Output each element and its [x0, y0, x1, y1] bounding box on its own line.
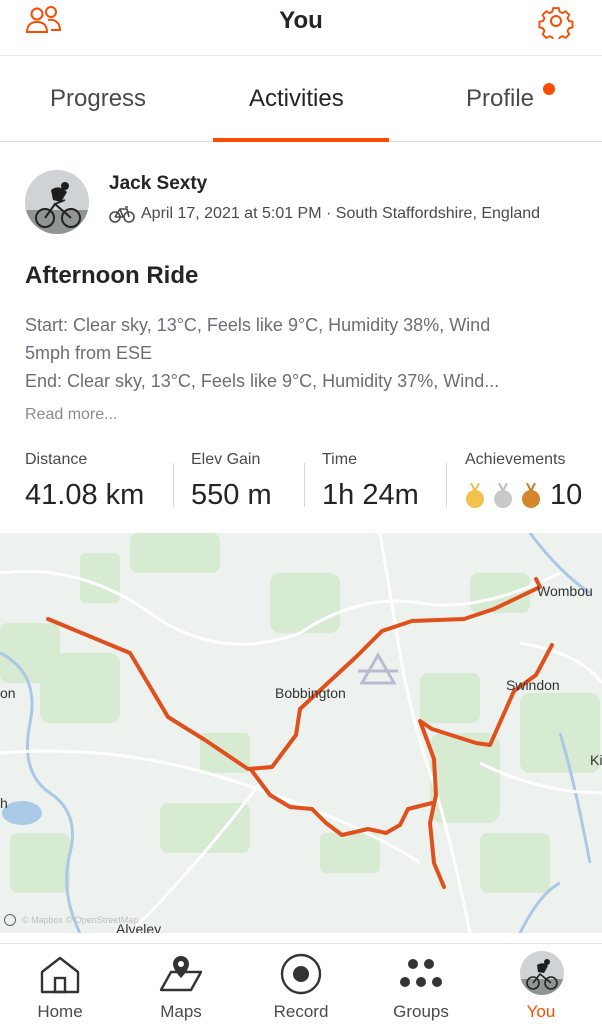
- silver-medal-icon: [494, 482, 512, 508]
- map-label: Wombou: [537, 583, 593, 599]
- groups-icon: [400, 959, 442, 987]
- map-attribution[interactable]: © Mapbox © OpenStreetMap: [4, 914, 138, 926]
- tab-profile[interactable]: Profile: [466, 85, 534, 113]
- stat-value: 41.08 km: [25, 479, 145, 511]
- description-line: End: Clear sky, 13°C, Feels like 9°C, Hu…: [25, 371, 500, 391]
- athlete-name[interactable]: Jack Sexty: [109, 173, 207, 195]
- map-label: h: [0, 795, 8, 811]
- nav-you[interactable]: You: [481, 944, 601, 1024]
- gold-medal-icon: [466, 482, 484, 508]
- stat-label: Distance: [25, 451, 88, 468]
- top-bar: You: [0, 0, 602, 56]
- description-line: 5mph from ESE: [25, 343, 153, 363]
- map-icon: [159, 956, 203, 992]
- stat-label: Elev Gain: [191, 451, 261, 468]
- achievement-medals: 10: [465, 479, 582, 512]
- stat-elev-gain: Elev Gain 550 m: [191, 451, 272, 512]
- tab-progress[interactable]: Progress: [50, 85, 146, 113]
- bronze-medal-icon: [522, 482, 540, 508]
- notification-dot: [543, 83, 555, 95]
- stat-divider: [173, 463, 174, 507]
- stat-label: Time: [322, 451, 357, 468]
- tab-bar: Progress Activities Profile: [0, 56, 602, 142]
- achievements-count: 10: [550, 479, 583, 511]
- stat-divider: [304, 463, 305, 507]
- stat-distance: Distance 41.08 km: [25, 451, 144, 512]
- activity-description: Start: Clear sky, 13°C, Feels like 9°C, …: [25, 311, 575, 395]
- activity-title[interactable]: Afternoon Ride: [25, 262, 198, 290]
- map-label: on: [0, 685, 16, 701]
- nav-home[interactable]: Home: [0, 944, 120, 1024]
- home-icon: [40, 956, 80, 994]
- stat-value: 1h 24m: [322, 479, 419, 511]
- nav-groups[interactable]: Groups: [361, 944, 481, 1024]
- nav-label: Groups: [393, 1002, 449, 1021]
- nav-label: Maps: [160, 1002, 202, 1021]
- bike-icon: [109, 206, 135, 223]
- attribution-text: © Mapbox © OpenStreetMap: [22, 915, 139, 925]
- avatar: [520, 951, 564, 995]
- route-map[interactable]: Wombou Bobbington Swindon Alveley on h K…: [0, 533, 602, 933]
- page-title: You: [279, 7, 323, 34]
- active-tab-indicator: [213, 138, 389, 142]
- tab-activities[interactable]: Activities: [249, 85, 344, 113]
- stat-divider: [446, 463, 447, 507]
- nav-record[interactable]: Record: [241, 944, 361, 1024]
- stat-time: Time 1h 24m: [322, 451, 419, 512]
- stat-achievements[interactable]: Achievements 10: [465, 451, 582, 512]
- description-line: Start: Clear sky, 13°C, Feels like 9°C, …: [25, 315, 491, 335]
- stat-label: Achievements: [465, 451, 566, 468]
- stat-value: 550 m: [191, 479, 272, 511]
- map-canvas: Wombou Bobbington Swindon Alveley on h K…: [0, 533, 602, 933]
- record-icon: [280, 953, 322, 995]
- mapbox-logo-icon: [4, 914, 16, 926]
- settings-gear-icon[interactable]: [538, 3, 574, 39]
- bottom-nav: Home Maps Record Groups You: [0, 943, 602, 1024]
- map-label: Bobbington: [275, 685, 346, 701]
- athlete-avatar[interactable]: [25, 170, 89, 234]
- map-label: Swindon: [506, 677, 560, 693]
- activity-meta: April 17, 2021 at 5:01 PM · South Staffo…: [109, 205, 540, 223]
- read-more-link[interactable]: Read more...: [25, 406, 117, 424]
- nav-maps[interactable]: Maps: [121, 944, 241, 1024]
- nav-label: You: [526, 1002, 556, 1021]
- nav-label: Home: [37, 1002, 83, 1021]
- activity-datetime-location: April 17, 2021 at 5:01 PM · South Staffo…: [141, 205, 541, 222]
- nav-label: Record: [273, 1002, 329, 1021]
- map-label: Ki: [590, 752, 602, 768]
